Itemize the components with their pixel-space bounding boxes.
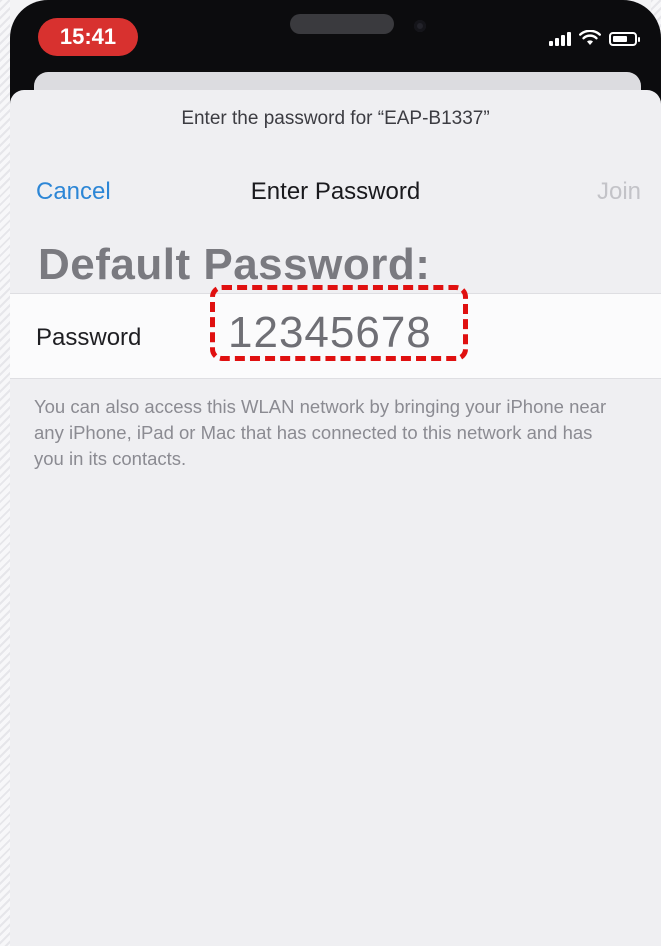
cancel-button[interactable]: Cancel [36,178,111,206]
background-pattern-left [0,0,10,946]
dynamic-island [290,14,394,34]
network-prompt: Enter the password for “EAP-B1337” [181,108,490,129]
password-label: Password [36,324,142,351]
password-sheet: Enter the password for “EAP-B1337” Enter… [10,90,661,946]
info-text: You can also access this WLAN network by… [34,396,607,469]
camera-icon [414,20,426,32]
signal-icon [549,30,571,46]
default-password-heading: Default Password: [38,240,431,289]
wifi-icon [579,30,601,46]
join-button[interactable]: Join [597,178,641,206]
phone-frame: 15:41 Enter the password for “EAP-B1337”… [10,0,661,946]
password-field-row[interactable]: Password 12345678 [10,285,661,379]
navigation-bar: Enter Password Cancel Join [10,170,661,212]
status-time: 15:41 [38,18,138,56]
status-bar: 15:41 [10,0,661,70]
battery-icon [609,32,640,46]
status-icons [549,30,640,46]
highlight-box [210,285,468,361]
